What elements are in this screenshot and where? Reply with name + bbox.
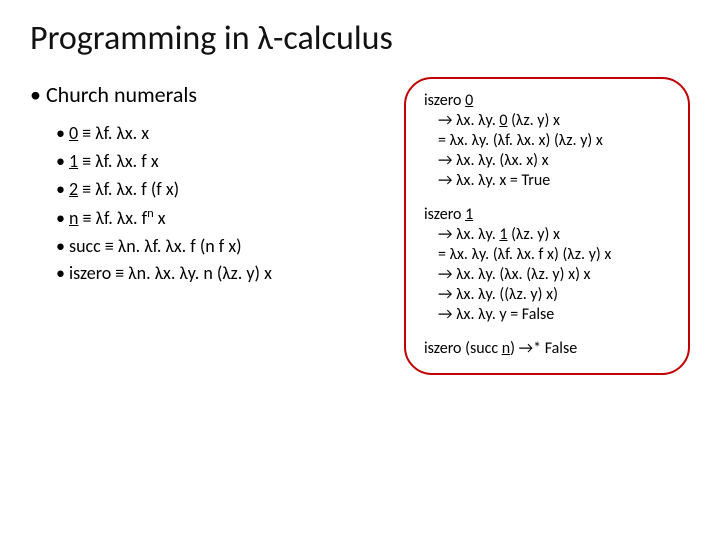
step: = λx. λy. (λf. λx. x) (λz. y) x [424,131,670,151]
step: → λx. λy. x = True [424,171,670,191]
slide-title: Programming in λ-calculus [30,18,690,59]
def-iszero: iszero ≡ λn. λx. λy. n (λz. y) x [56,260,400,288]
example-iszero-0: iszero 0 → λx. λy. 0 (λz. y) x = λx. λy.… [424,91,670,191]
step: → λx. λy. y = False [424,305,670,325]
subheading: Church numerals [30,81,400,108]
step: → λx. λy. 1 (λz. y) x [424,225,670,245]
step: = λx. λy. (λf. λx. f x) (λz. y) x [424,245,670,265]
step: → λx. λy. (λx. x) x [424,151,670,171]
definition-list: 0 ≡ λf. λx. x 1 ≡ λf. λx. f x 2 ≡ λf. λx… [56,120,400,288]
example-iszero-1: iszero 1 → λx. λy. 1 (λz. y) x = λx. λy.… [424,205,670,325]
def-zero: 0 ≡ λf. λx. x [56,120,400,148]
step: → λx. λy. ((λz. y) x) [424,285,670,305]
def-succ: succ ≡ λn. λf. λx. f (n f x) [56,233,400,261]
step: → λx. λy. (λx. (λz. y) x) x [424,265,670,285]
def-one: 1 ≡ λf. λx. f x [56,148,400,176]
example-iszero-succ: iszero (succ n) →* False [424,339,670,359]
left-column: Church numerals 0 ≡ λf. λx. x 1 ≡ λf. λx… [30,81,404,288]
def-n: n ≡ λf. λx. fn x [56,204,400,233]
step: → λx. λy. 0 (λz. y) x [424,111,670,131]
right-column: iszero 0 → λx. λy. 0 (λz. y) x = λx. λy.… [404,81,690,375]
example-callout: iszero 0 → λx. λy. 0 (λz. y) x = λx. λy.… [404,77,690,375]
def-two: 2 ≡ λf. λx. f (f x) [56,176,400,204]
